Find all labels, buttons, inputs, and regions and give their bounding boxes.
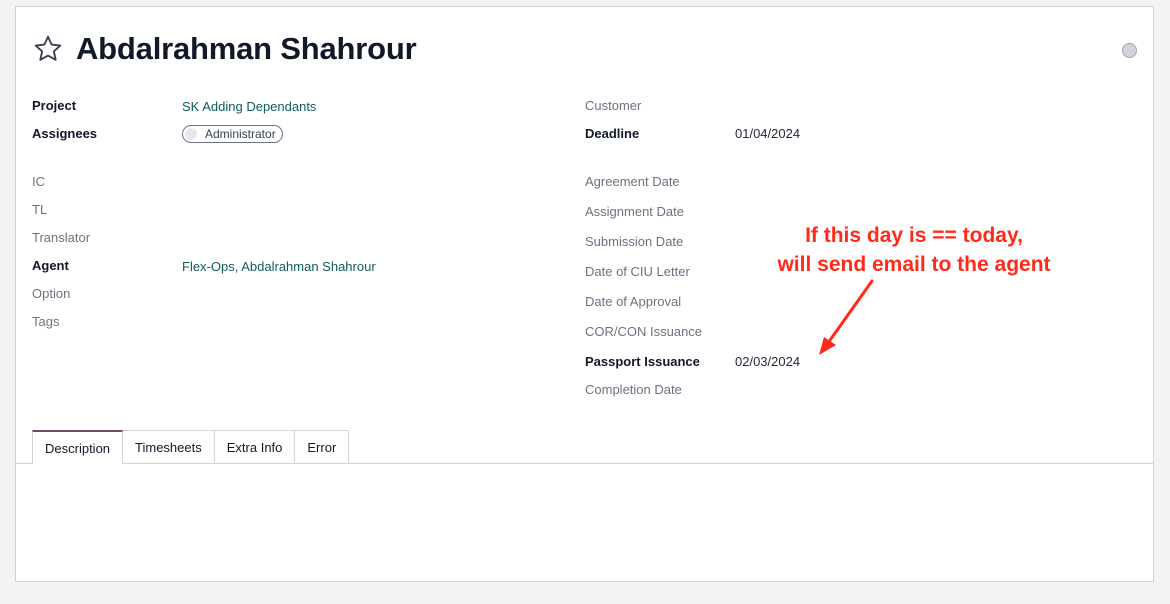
tab-extra-info[interactable]: Extra Info bbox=[213, 430, 296, 463]
assignee-tag[interactable]: Administrator bbox=[182, 125, 283, 143]
form-sheet: Abdalrahman Shahrour Project SK Adding D… bbox=[15, 6, 1154, 582]
notebook-tabs: Description Timesheets Extra Info Error bbox=[32, 430, 350, 464]
passport-issuance-value[interactable]: 02/03/2024 bbox=[735, 354, 800, 370]
agent-label: Agent bbox=[32, 258, 69, 273]
tab-description[interactable]: Description bbox=[32, 430, 124, 464]
ciu-letter-label: Date of CIU Letter bbox=[585, 264, 690, 279]
assignees-label: Assignees bbox=[32, 126, 98, 141]
record-title[interactable]: Abdalrahman Shahrour bbox=[76, 31, 417, 67]
annotation-text: If this day is == today, will send email… bbox=[746, 221, 1082, 279]
tags-label: Tags bbox=[32, 314, 60, 329]
annotation-line-2: will send email to the agent bbox=[777, 253, 1051, 276]
cor-con-label: COR/CON Issuance bbox=[585, 324, 703, 339]
title-row: Abdalrahman Shahrour bbox=[32, 31, 417, 67]
submission-date-label: Submission Date bbox=[585, 234, 684, 249]
approval-date-label: Date of Approval bbox=[585, 294, 682, 309]
customer-label: Customer bbox=[585, 98, 642, 113]
star-icon[interactable] bbox=[32, 33, 64, 65]
project-label: Project bbox=[32, 98, 77, 113]
completion-date-label: Completion Date bbox=[585, 382, 682, 397]
passport-issuance-label: Passport Issuance bbox=[585, 354, 700, 369]
status-dot-icon[interactable] bbox=[1122, 43, 1137, 58]
project-link[interactable]: SK Adding Dependants bbox=[182, 99, 316, 115]
tl-label: TL bbox=[32, 202, 48, 217]
translator-label: Translator bbox=[32, 230, 91, 245]
tab-timesheets[interactable]: Timesheets bbox=[122, 430, 215, 463]
annotation-line-1: If this day is == today, bbox=[805, 224, 1023, 247]
ic-label: IC bbox=[32, 174, 45, 189]
assignee-tag-label: Administrator bbox=[205, 127, 276, 141]
avatar bbox=[185, 128, 197, 140]
agreement-date-label: Agreement Date bbox=[585, 174, 680, 189]
deadline-label: Deadline bbox=[585, 126, 640, 141]
option-label: Option bbox=[32, 286, 71, 301]
tab-error[interactable]: Error bbox=[294, 430, 350, 463]
deadline-value[interactable]: 01/04/2024 bbox=[735, 126, 800, 142]
agent-link[interactable]: Flex-Ops, Abdalrahman Shahrour bbox=[182, 259, 376, 275]
assignment-date-label: Assignment Date bbox=[585, 204, 684, 219]
